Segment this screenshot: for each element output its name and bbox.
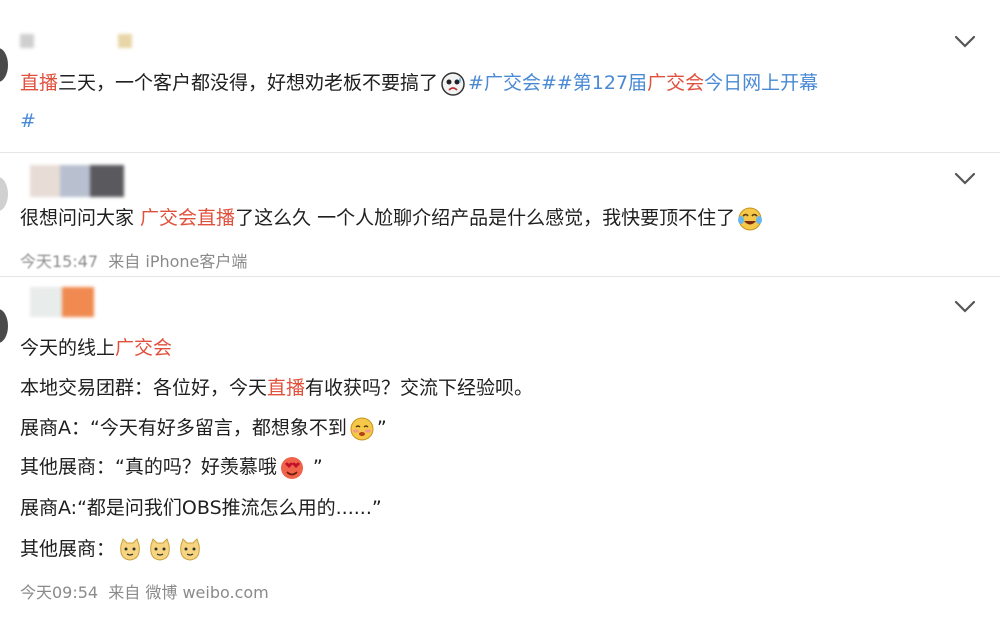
avatar[interactable] [0,309,8,343]
post-source[interactable]: 来自 微博 weibo.com [108,583,268,602]
cat-emoji-icon [147,537,173,563]
post-line-1: 今天的线上广交会 [20,337,173,359]
post-meta: 今天09:54 来自 微博 weibo.com [20,579,269,603]
keyword-link[interactable]: 直播 [20,72,58,94]
post-text: 很想问问大家 广交会直播了这么久 一个人尬聊介绍产品是什么感觉，我快要顶不住了 [20,205,765,232]
post-meta: 今天15:47 来自 iPhone客户端 [20,248,247,272]
post-text-body: 三天，一个客户都没得，好想劝老板不要搞了 [58,72,439,94]
chevron-down-icon[interactable] [954,299,976,315]
post-line-5: 展商A:“都是问我们OBS推流怎么用的......” [20,497,382,519]
post-source[interactable]: 来自 iPhone客户端 [108,252,247,271]
post-text: 直播三天，一个客户都没得，好想劝老板不要搞了 #广交会##第127届广交会今日网… [20,70,818,97]
keyword-link[interactable]: 广交会 [115,337,172,359]
post-line-4: 其他展商：“真的吗？好羡慕哦 ” [20,454,323,481]
post-time[interactable]: 今天15:47 [20,252,98,271]
chevron-down-icon[interactable] [954,171,976,187]
username-blurred[interactable] [30,165,124,197]
weibo-post-2: 很想问问大家 广交会直播了这么久 一个人尬聊介绍产品是什么感觉，我快要顶不住了 … [0,153,1000,281]
post-line-2: 本地交易团群：各位好，今天直播有收获吗？交流下经验呗。 [20,377,534,399]
avatar[interactable] [0,48,8,82]
hashtag-link[interactable]: #第127届广交会今日网上开幕 [557,72,818,94]
weibo-post-1: 直播三天，一个客户都没得，好想劝老板不要搞了 #广交会##第127届广交会今日网… [0,0,1000,150]
username-blurred[interactable] [20,34,160,48]
cat-emoji-icon [117,537,143,563]
keyword-link[interactable]: 直播 [267,377,305,399]
username-blurred[interactable] [30,287,94,317]
weibo-post-3: 今天的线上广交会 本地交易团群：各位好，今天直播有收获吗？交流下经验呗。 展商A… [0,277,1000,626]
post-time[interactable]: 今天09:54 [20,583,98,602]
avatar[interactable] [0,177,8,211]
shy-emoji-icon [349,416,375,442]
keyword-link[interactable]: 广交会直播 [140,207,235,229]
cat-emoji-icon [177,537,203,563]
chevron-down-icon[interactable] [954,34,976,50]
hashtag-continuation[interactable]: # [20,108,36,134]
post-line-6: 其他展商： [20,536,205,563]
sad-sweat-emoji-icon [440,71,466,97]
heart-eyes-emoji-icon [279,455,305,481]
post-line-3: 展商A：“今天有好多留言，都想象不到 ” [20,415,387,442]
hashtag-link[interactable]: #广交会# [468,72,557,94]
laugh-cry-emoji-icon [737,206,763,232]
